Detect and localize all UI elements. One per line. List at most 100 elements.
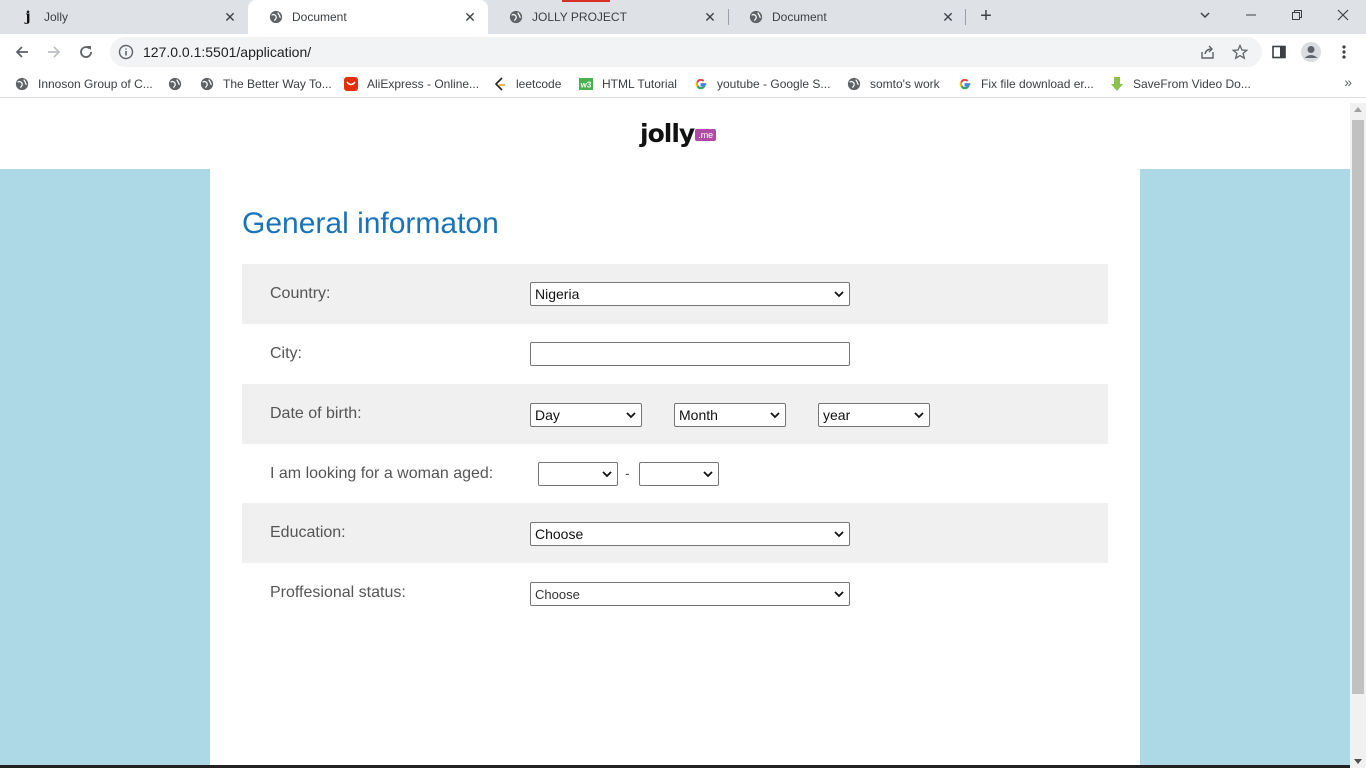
tab-jolly-project[interactable]: JOLLY PROJECT ✕ [488,0,728,34]
bookmark-label: The Better Way To... [223,77,332,91]
bookmark-better-way[interactable]: The Better Way To... [199,74,332,94]
chevron-down-icon [770,412,780,419]
logo-badge: .me [695,129,717,141]
restore-button[interactable] [1274,0,1320,30]
reload-icon [80,46,92,58]
chevron-down-icon [834,531,844,538]
age-to-select[interactable] [639,462,719,486]
globe-icon [268,9,284,25]
chevron-down-icon [703,471,713,478]
bookmark-html-tutorial[interactable]: w3 HTML Tutorial [578,74,677,94]
dob-label: Date of birth: [270,405,362,422]
globe-icon [508,9,524,25]
jolly-logo[interactable]: jolly .me [640,119,717,148]
scroll-up-arrow-icon[interactable] [1354,107,1362,112]
globe-icon [167,76,183,92]
bookmark-label: Fix file download er... [981,77,1094,91]
professional-status-value: Choose [535,586,580,602]
bookmark-label: somto's work [870,77,940,91]
bookmark-aliexpress[interactable]: AliExpress - Online... [343,74,479,94]
dob-day-select[interactable]: Day [530,403,642,427]
side-panel-button[interactable] [1265,38,1293,66]
city-label: City: [270,345,302,362]
bookmark-innoson[interactable]: Innoson Group of C... [14,74,153,94]
tab-document-active[interactable]: Document ✕ [248,0,488,34]
new-tab-button[interactable]: + [976,6,996,27]
tab-jolly[interactable]: j Jolly ✕ [0,0,248,34]
form-card: General informaton Country: Nigeria City… [210,169,1140,768]
dob-month-value: Month [679,407,718,423]
savefrom-icon [1109,76,1125,92]
tab-document[interactable]: Document ✕ [728,0,966,34]
tab-title: Jolly [44,10,69,24]
share-icon [1201,45,1214,59]
arrow-left-icon [15,46,28,58]
back-button[interactable] [8,38,36,66]
close-window-button[interactable] [1320,0,1366,30]
page-scrollbar[interactable] [1350,103,1366,768]
minimize-button[interactable] [1228,0,1274,30]
education-value: Choose [535,526,584,542]
bookmark-somtos-work[interactable]: somto's work [846,74,940,94]
close-icon [1337,9,1349,21]
more-bookmarks-button[interactable]: » [1344,74,1352,90]
close-tab-icon[interactable]: ✕ [462,9,478,25]
profile-button[interactable] [1297,38,1325,66]
bookmark-label: HTML Tutorial [602,77,677,91]
dob-month-select[interactable]: Month [674,403,786,427]
chevron-down-icon [1200,12,1210,19]
globe-icon [14,76,30,92]
reload-button[interactable] [72,38,100,66]
bookmark-fix-download[interactable]: Fix file download er... [957,74,1094,94]
dob-day-value: Day [535,407,560,423]
bookmark-label: youtube - Google S... [717,77,831,91]
info-icon[interactable] [118,44,134,60]
star-icon [1232,44,1248,60]
chevron-down-icon [914,412,924,419]
menu-button[interactable] [1330,38,1358,66]
forward-button[interactable] [40,38,68,66]
chevron-down-icon [834,291,844,298]
bookmark-label: AliExpress - Online... [367,77,480,91]
svg-text:w3: w3 [580,81,592,90]
jolly-j-icon: j [25,9,31,25]
bookmark-star-button[interactable] [1226,37,1254,67]
close-tab-icon[interactable]: ✕ [940,9,956,25]
address-bar[interactable]: 127.0.0.1:5501/application/ [110,37,1262,67]
chevron-down-icon [626,412,636,419]
country-select[interactable]: Nigeria [530,282,850,306]
tab-title: JOLLY PROJECT [532,10,627,24]
globe-icon [748,9,764,25]
globe-icon [199,76,215,92]
google-icon [957,76,973,92]
close-tab-icon[interactable]: ✕ [222,9,238,25]
age-range-label: I am looking for a woman aged: [270,465,494,482]
bookmark-youtube-search[interactable]: youtube - Google S... [693,74,830,94]
tab-strip: j Jolly ✕ Document ✕ JOLLY PROJECT ✕ Doc… [0,0,1366,34]
scroll-down-arrow-icon[interactable] [1354,759,1362,764]
page-viewport: jolly .me General informaton Country: Ni… [0,103,1350,768]
tab-search-button[interactable] [1182,0,1228,30]
site-header: jolly .me [0,103,1350,169]
professional-status-select[interactable]: Choose [530,582,850,606]
age-from-select[interactable] [538,462,618,486]
kebab-menu-icon [1342,45,1346,59]
city-input[interactable] [530,342,850,366]
url-text[interactable]: 127.0.0.1:5501/application/ [143,44,311,60]
professional-status-label: Proffesional status: [270,584,406,601]
tab-title: Document [292,10,347,24]
bookmark-savefrom[interactable]: SaveFrom Video Do... [1109,74,1251,94]
bookmark-globe[interactable] [167,74,191,94]
scrollbar-thumb[interactable] [1352,120,1364,694]
bookmark-label: SaveFrom Video Do... [1133,77,1251,91]
dob-row: Date of birth: Day Month year [242,384,1108,444]
close-tab-icon[interactable]: ✕ [702,9,718,25]
side-panel-icon [1272,45,1286,59]
country-value: Nigeria [535,286,580,302]
dob-year-select[interactable]: year [818,403,930,427]
bookmark-leetcode[interactable]: leetcode [492,74,561,94]
education-select[interactable]: Choose [530,522,850,546]
share-button[interactable] [1194,37,1222,67]
section-title: General informaton [242,207,499,240]
logo-word: jolly [640,119,695,148]
